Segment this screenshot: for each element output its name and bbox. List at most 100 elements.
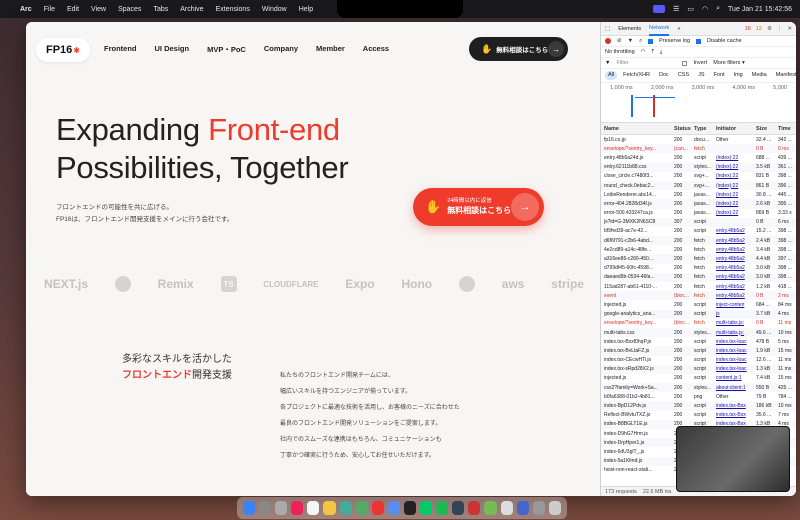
- request-row[interactable]: entry.48b5a24d.js 200 script (index):22 688 …: [601, 153, 796, 162]
- calendar-icon[interactable]: [307, 501, 320, 515]
- nav-frontend[interactable]: Frontend: [104, 44, 137, 55]
- request-row[interactable]: daeaed9b-0534-46fa... 200 fetch entry.48b5a…: [601, 272, 796, 282]
- menubar-item-tabs[interactable]: Tabs: [153, 6, 168, 13]
- request-row[interactable]: multi-tabs.css 200 styles... multi-tabs.js:…: [601, 327, 796, 338]
- disable-cache-checkbox[interactable]: [696, 38, 702, 44]
- request-row[interactable]: Reflect-BWvtuTXZ.js 200 script index.tsx-Bs…: [601, 411, 796, 420]
- filter-icon[interactable]: ▼: [628, 38, 633, 44]
- request-row[interactable]: fp16.co.jp 200 docu... Other 32.4 ... 342 ...: [601, 135, 796, 144]
- menubar-item-edit[interactable]: Edit: [67, 6, 79, 13]
- filter-font[interactable]: Font: [711, 71, 728, 80]
- wifi-icon[interactable]: ◠: [641, 49, 646, 55]
- trash-icon[interactable]: [548, 501, 561, 515]
- more-filters-dropdown[interactable]: More filters ▾: [713, 60, 745, 66]
- menubar-item-spaces[interactable]: Spaces: [118, 6, 141, 13]
- app-icon[interactable]: [371, 501, 384, 515]
- hero-cta-button[interactable]: ✋ 24時間以内に返信 無料相談はこちら →: [413, 188, 544, 226]
- invert-checkbox[interactable]: [682, 60, 688, 66]
- more-icon[interactable]: ⋮: [777, 26, 783, 32]
- wifi-icon[interactable]: ◠: [702, 5, 708, 13]
- battery-icon[interactable]: ▭: [687, 5, 694, 13]
- request-row[interactable]: 4e2cd89-a14c-48fe... 200 fetch entry.48b5a2…: [601, 245, 796, 254]
- app-icon[interactable]: [339, 501, 352, 515]
- request-row[interactable]: injected.js 200 script content.js:1 7.4 kB 15…: [601, 374, 796, 383]
- col-name[interactable]: Name: [604, 126, 674, 132]
- filter-doc[interactable]: Doc: [656, 71, 672, 80]
- app-icon[interactable]: [468, 501, 481, 515]
- spotify-icon[interactable]: [436, 501, 449, 515]
- error-count[interactable]: 16: [745, 26, 751, 32]
- menubar-item-archive[interactable]: Archive: [180, 6, 203, 13]
- network-timeline-overview[interactable]: 1,000 ms 2,000 ms 3,000 ms 4,000 ms 5,00…: [601, 83, 796, 123]
- tab-elements[interactable]: Elements: [618, 26, 641, 32]
- header-consult-button[interactable]: ✋ 無料相談はこちら →: [469, 37, 568, 61]
- filter-input[interactable]: Filter: [616, 60, 676, 66]
- preserve-log-checkbox[interactable]: [648, 38, 654, 44]
- notes-icon[interactable]: [323, 501, 336, 515]
- col-status[interactable]: Status: [674, 126, 694, 132]
- app-icon[interactable]: [516, 501, 529, 515]
- record-icon[interactable]: [605, 38, 611, 44]
- picture-in-picture-video[interactable]: [676, 426, 790, 492]
- request-row[interactable]: LottieRenderer.abc14... 200 javas... (index…: [601, 190, 796, 199]
- nav-access[interactable]: Access: [363, 44, 389, 55]
- request-row[interactable]: a316ee86-c266-450... 200 fetch entry.48b5a2…: [601, 254, 796, 264]
- request-row[interactable]: close_circle.c7480f3... 200 svg+... (index)…: [601, 172, 796, 181]
- nav-mvp-poc[interactable]: MVP・PoC: [207, 44, 246, 55]
- menubar-item-window[interactable]: Window: [262, 6, 287, 13]
- download-icon[interactable]: ⤓: [660, 49, 662, 56]
- nav-company[interactable]: Company: [264, 44, 298, 55]
- app-icon[interactable]: [500, 501, 513, 515]
- screen-share-icon[interactable]: [653, 5, 666, 13]
- app-icon[interactable]: [532, 501, 545, 515]
- col-size[interactable]: Size: [756, 126, 778, 132]
- col-time[interactable]: Time: [778, 126, 796, 132]
- filter-all[interactable]: All: [605, 71, 618, 80]
- request-row[interactable]: injected.js 200 script inject-conten 684 ...…: [601, 300, 796, 309]
- site-logo[interactable]: FP16 ✱: [36, 38, 90, 62]
- inspect-icon[interactable]: ⬚: [605, 26, 610, 32]
- terminal-icon[interactable]: [403, 501, 417, 515]
- launchpad-icon[interactable]: [259, 501, 272, 515]
- menubar-item-help[interactable]: Help: [299, 6, 313, 13]
- menubar-item-file[interactable]: File: [44, 6, 55, 13]
- request-row[interactable]: 115ad287-ab61-4110-... 200 fetch entry.48b5…: [601, 282, 796, 291]
- request-row[interactable]: index.tsx-CEcwHTi.js 200 script index.tsx-l…: [601, 356, 796, 365]
- col-initiator[interactable]: Initiator: [716, 126, 756, 132]
- line-icon[interactable]: [420, 501, 433, 515]
- menubar-item-extensions[interactable]: Extensions: [216, 6, 250, 13]
- control-center-icon[interactable]: ☰: [673, 5, 679, 13]
- filter-css[interactable]: CSS: [675, 71, 692, 80]
- request-row[interactable]: entry.62111b88.css 200 styles... (index):22…: [601, 162, 796, 172]
- request-row[interactable]: error-500.433247ca.js 200 javas... (index):…: [601, 209, 796, 218]
- request-row[interactable]: event (bloc... fetch entry.48b5a2 0 B 2 ms: [601, 291, 796, 301]
- search-icon[interactable]: ⌕: [639, 38, 642, 45]
- request-row[interactable]: d6f6f791-c2b6-4abd... 200 fetch entry.48b5a…: [601, 236, 796, 246]
- filter-img[interactable]: Img: [731, 71, 746, 80]
- request-row[interactable]: index.tsx-BvLtaFZ.js 200 script index.tsx-l…: [601, 346, 796, 356]
- request-row[interactable]: index.tsx-Bxxf0hqP.js 200 script index.tsx-…: [601, 337, 796, 346]
- nav-ui-design[interactable]: UI Design: [155, 44, 190, 55]
- request-row[interactable]: css2?family=Work+Sa... 200 styles... about:…: [601, 383, 796, 393]
- settings-icon[interactable]: [275, 501, 288, 515]
- app-icon[interactable]: [355, 501, 368, 515]
- request-row[interactable]: error-404.2828d34f.js 200 javas... (index):…: [601, 199, 796, 209]
- app-icon[interactable]: [291, 501, 304, 515]
- throttling-select[interactable]: No throttling: [605, 49, 635, 55]
- request-row[interactable]: index.tsx-sRpd28X2.js 200 script index.tsx-…: [601, 364, 796, 374]
- search-icon[interactable]: ⌕: [716, 5, 720, 13]
- filter-media[interactable]: Media: [749, 71, 770, 80]
- menubar-app-name[interactable]: Arc: [20, 6, 32, 13]
- request-row[interactable]: js?id=G-3MXK2N6SC8 307 script 0 B 6 ms: [601, 217, 796, 227]
- col-type[interactable]: Type: [694, 126, 716, 132]
- request-row[interactable]: envelope/?sentry_key... (can... fetch 0 B 0 …: [601, 144, 796, 154]
- finder-icon[interactable]: [243, 501, 256, 515]
- menubar-item-view[interactable]: View: [91, 6, 106, 13]
- app-icon[interactable]: [452, 501, 465, 515]
- gear-icon[interactable]: ⚙: [767, 26, 772, 32]
- menubar-clock[interactable]: Tue Jan 21 15:42:56: [728, 6, 792, 13]
- request-row[interactable]: index-BpD12Pdv.js 200 script index.tsx-Bsx 1…: [601, 401, 796, 411]
- more-tabs-icon[interactable]: »: [677, 26, 680, 32]
- filter-manifest[interactable]: Manifest: [773, 71, 796, 80]
- nav-member[interactable]: Member: [316, 44, 345, 55]
